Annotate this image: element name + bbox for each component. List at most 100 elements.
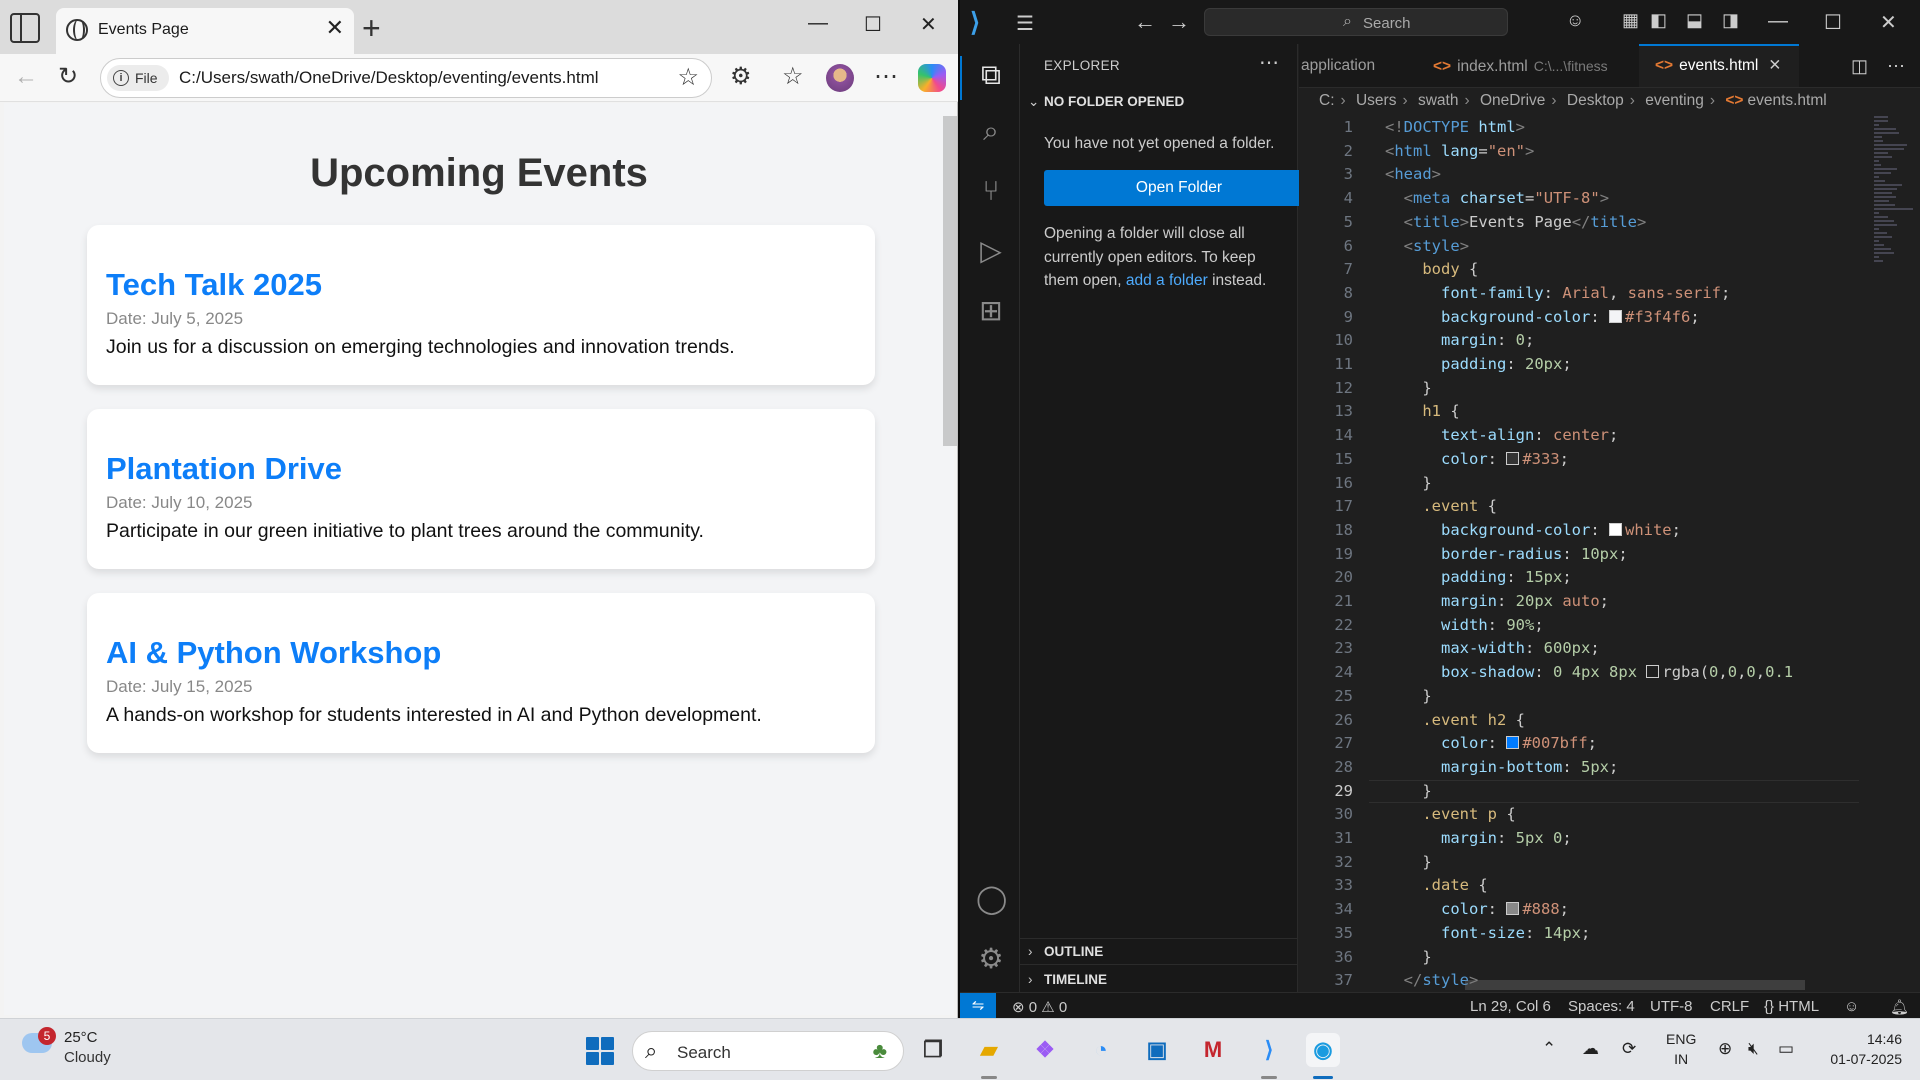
file-explorer-icon[interactable]: ▰ [972, 1033, 1006, 1067]
notifications-bell-icon[interactable]: 🔔︎ [1890, 998, 1909, 1016]
copilot-app-icon[interactable]: ❖ [1028, 1033, 1062, 1067]
remote-indicator-icon[interactable]: ⇋ [960, 993, 996, 1019]
browser-tab-active[interactable]: Events Page ✕ [56, 8, 354, 54]
back-icon[interactable]: ← [14, 64, 38, 90]
extensions-icon[interactable]: ⊞ [976, 296, 1006, 326]
editor-vertical-scrollbar[interactable] [943, 116, 957, 446]
settings-gear-icon[interactable]: ⚙ [976, 944, 1006, 974]
editor-tab[interactable]: <> index.html C:\...\fitness [1407, 44, 1631, 87]
code-line[interactable]: 13 h1 { [1299, 400, 1859, 424]
add-folder-link[interactable]: add a folder [1126, 272, 1208, 289]
nav-forward-icon[interactable]: → [1168, 9, 1190, 35]
open-folder-button[interactable]: Open Folder [1044, 170, 1314, 206]
run-debug-icon[interactable]: ▷ [976, 236, 1006, 266]
code-line[interactable]: 18 background-color: white; [1299, 519, 1859, 543]
task-view-icon[interactable]: ❐ [916, 1033, 950, 1067]
more-actions-icon[interactable]: ⋯ [1887, 56, 1905, 77]
encoding[interactable]: UTF-8 [1650, 998, 1693, 1015]
more-actions-icon[interactable]: ⋯ [1259, 50, 1279, 75]
language-mode[interactable]: {} HTML [1764, 998, 1819, 1015]
code-line[interactable]: 8 font-family: Arial, sans-serif; [1299, 282, 1859, 306]
profile-avatar[interactable] [826, 64, 854, 92]
command-search[interactable]: ⌕ Search [1204, 8, 1508, 36]
close-window-icon[interactable]: ✕ [920, 12, 937, 37]
new-tab-button[interactable]: + [362, 8, 381, 48]
copilot-icon[interactable] [918, 64, 946, 92]
no-folder-section-header[interactable]: ⌄ NO FOLDER OPENED [1028, 94, 1184, 110]
onedrive-icon[interactable]: ☁ [1582, 1039, 1599, 1059]
breadcrumb-item[interactable]: eventing [1645, 92, 1704, 109]
color-swatch[interactable] [1506, 902, 1520, 916]
start-button-icon[interactable] [586, 1037, 614, 1065]
minimize-icon[interactable]: — [808, 12, 828, 35]
code-line[interactable]: 1 <!DOCTYPE html> [1299, 116, 1859, 140]
favorite-star-icon[interactable]: ☆ [677, 65, 699, 91]
toggle-sidebar-icon[interactable]: ◧ [1650, 10, 1667, 31]
code-line[interactable]: 28 margin-bottom: 5px; [1299, 756, 1859, 780]
nav-back-icon[interactable]: ← [1134, 9, 1156, 35]
breadcrumb-item[interactable]: events.html [1747, 92, 1826, 109]
site-info-button[interactable]: i File [107, 65, 169, 91]
code-line[interactable]: 23 max-width: 600px; [1299, 637, 1859, 661]
line-ending[interactable]: CRLF [1710, 998, 1749, 1015]
code-line[interactable]: 2 <html lang="en"> [1299, 140, 1859, 164]
code-line[interactable]: 9 background-color: #f3f4f6; [1299, 306, 1859, 330]
close-window-icon[interactable]: ✕ [1880, 10, 1897, 35]
breadcrumb-item[interactable]: Desktop [1567, 92, 1624, 109]
show-hidden-icons[interactable]: ⌃ [1542, 1039, 1556, 1059]
microsoft-store-icon[interactable]: ▣ [1140, 1033, 1174, 1067]
code-line[interactable]: 6 <style> [1299, 235, 1859, 259]
code-line[interactable]: 36 } [1299, 946, 1859, 970]
timeline-section-header[interactable]: › TIMELINE [1028, 972, 1107, 987]
code-line[interactable]: 33 .date { [1299, 874, 1859, 898]
explorer-icon[interactable]: ⧉ [976, 60, 1006, 90]
weather-temperature[interactable]: 25°C [64, 1029, 98, 1046]
copilot-icon[interactable]: ☺ [1566, 10, 1584, 31]
source-control-icon[interactable]: ⑂ [976, 176, 1006, 206]
toggle-panel-icon[interactable]: ⬓ [1686, 10, 1703, 31]
outline-section-header[interactable]: › OUTLINE [1028, 944, 1103, 959]
code-line[interactable]: 31 margin: 5px 0; [1299, 827, 1859, 851]
volume-muted-icon[interactable]: 🔇︎ [1748, 1039, 1759, 1059]
account-icon[interactable]: ◯ [976, 884, 1007, 914]
search-icon[interactable]: ⌕ [976, 116, 1006, 146]
breadcrumb-item[interactable]: OneDrive [1480, 92, 1545, 109]
battery-icon[interactable]: ▭ [1778, 1039, 1794, 1059]
editor-tab-active[interactable]: <> events.html ✕ [1639, 44, 1799, 87]
breadcrumb-item[interactable]: Users [1356, 92, 1396, 109]
code-line[interactable]: 7 body { [1299, 258, 1859, 282]
code-line[interactable]: 5 <title>Events Page</title> [1299, 211, 1859, 235]
refresh-icon[interactable]: ↻ [58, 64, 78, 90]
color-swatch[interactable] [1646, 665, 1660, 679]
code-line[interactable]: 4 <meta charset="UTF-8"> [1299, 187, 1859, 211]
color-swatch[interactable] [1506, 736, 1520, 750]
sync-icon[interactable]: ⟳ [1622, 1039, 1636, 1059]
split-editor-icon[interactable]: ◫ [1851, 56, 1868, 77]
code-line[interactable]: 15 color: #333; [1299, 448, 1859, 472]
code-line[interactable]: 24 box-shadow: 0 4px 8px rgba(0,0,0,0.1 [1299, 661, 1859, 685]
favorites-icon[interactable]: ☆ [782, 64, 804, 90]
breadcrumb-item[interactable]: swath [1418, 92, 1459, 109]
code-editor[interactable]: 1 <!DOCTYPE html> 2 <html lang="en"> 3 <head>… [1299, 116, 1859, 992]
tips-app-icon[interactable]: ◔ [1084, 1033, 1118, 1067]
close-tab-icon[interactable]: ✕ [326, 17, 344, 39]
minimize-icon[interactable]: — [1768, 10, 1788, 33]
color-swatch[interactable] [1608, 309, 1622, 323]
edge-app-icon[interactable]: ◉ [1306, 1033, 1340, 1067]
code-line[interactable]: 12 } [1299, 377, 1859, 401]
cursor-position[interactable]: Ln 29, Col 6 [1470, 998, 1551, 1015]
code-line[interactable]: 17 .event { [1299, 495, 1859, 519]
code-line[interactable]: 10 margin: 0; [1299, 329, 1859, 353]
code-line[interactable]: 27 color: #007bff; [1299, 732, 1859, 756]
url-text[interactable]: C:/Users/swath/OneDrive/Desktop/eventing… [179, 68, 599, 88]
code-line[interactable]: 22 width: 90%; [1299, 614, 1859, 638]
language-indicator[interactable]: ENG IN [1666, 1029, 1696, 1069]
toggle-secondary-sidebar-icon[interactable]: ◨ [1722, 10, 1739, 31]
code-line[interactable]: 20 padding: 15px; [1299, 566, 1859, 590]
code-line[interactable]: 35 font-size: 14px; [1299, 922, 1859, 946]
code-line[interactable]: 29 } [1299, 780, 1859, 804]
minimap[interactable] [1874, 116, 1920, 296]
weather-condition[interactable]: Cloudy [64, 1049, 111, 1066]
color-swatch[interactable] [1506, 451, 1520, 465]
maximize-icon[interactable]: ☐ [864, 12, 882, 37]
